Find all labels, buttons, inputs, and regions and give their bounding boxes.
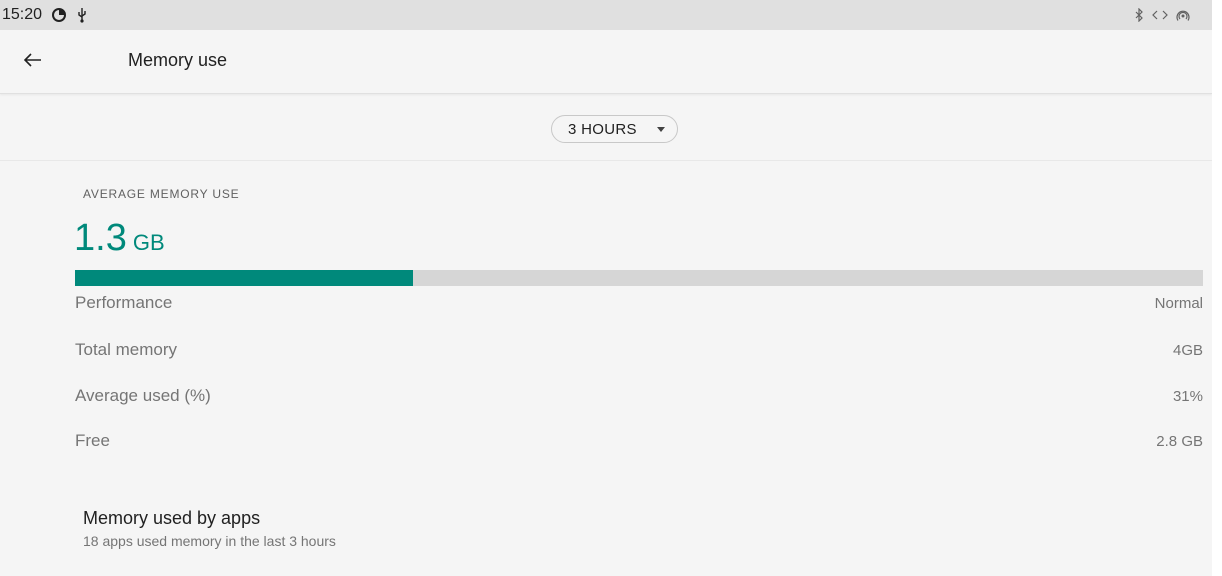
- average-memory-unit: GB: [132, 230, 165, 255]
- stat-name: Free: [75, 431, 110, 450]
- range-row: 3 HOURS: [0, 94, 1212, 161]
- status-time: 15:20: [2, 6, 43, 23]
- screen-edge: [1212, 0, 1222, 576]
- memory-usage-bar: [75, 270, 1203, 286]
- hotspot-icon: [1176, 8, 1190, 22]
- dropdown-arrow-icon: [657, 127, 665, 132]
- app-bar: Memory use: [0, 30, 1212, 94]
- back-button[interactable]: [18, 47, 48, 77]
- memory-used-by-apps-item[interactable]: Memory used by apps 18 apps used memory …: [83, 508, 336, 549]
- average-memory-value: 1.3 GB: [74, 217, 165, 260]
- code-icon: [1152, 9, 1168, 21]
- stat-name: Performance: [75, 293, 173, 312]
- stat-name: Total memory: [75, 340, 178, 359]
- stat-row-average-used: Average used (%) 31%: [75, 386, 1203, 410]
- memory-usage-fill: [75, 270, 414, 286]
- usb-icon: [76, 7, 88, 23]
- time-range-dropdown[interactable]: 3 HOURS: [551, 115, 678, 143]
- stat-value: 2.8 GB: [1156, 433, 1203, 450]
- average-memory-number: 1.3: [74, 217, 127, 259]
- stat-value: Normal: [1154, 295, 1203, 312]
- apps-subtitle: 18 apps used memory in the last 3 hours: [83, 533, 336, 549]
- data-saver-icon: [52, 8, 67, 22]
- page-title: Memory use: [128, 50, 228, 70]
- bluetooth-icon: [1134, 8, 1144, 22]
- stat-row-performance: Performance Normal: [75, 293, 1203, 317]
- stat-value: 4GB: [1172, 342, 1203, 359]
- time-range-label: 3 HOURS: [568, 121, 637, 138]
- stat-row-free: Free 2.8 GB: [75, 431, 1203, 455]
- memory-use-screen: 15:20 Memory use 3 HOURS AVERAGE MEMORY …: [0, 0, 1222, 576]
- stat-name: Average used (%): [75, 386, 211, 405]
- status-bar: 15:20: [0, 0, 1212, 30]
- stat-value: 31%: [1172, 388, 1203, 405]
- average-memory-label: AVERAGE MEMORY USE: [83, 187, 240, 201]
- apps-title: Memory used by apps: [83, 508, 261, 528]
- stat-row-total-memory: Total memory 4GB: [75, 340, 1203, 364]
- arrow-back-icon: [23, 52, 42, 72]
